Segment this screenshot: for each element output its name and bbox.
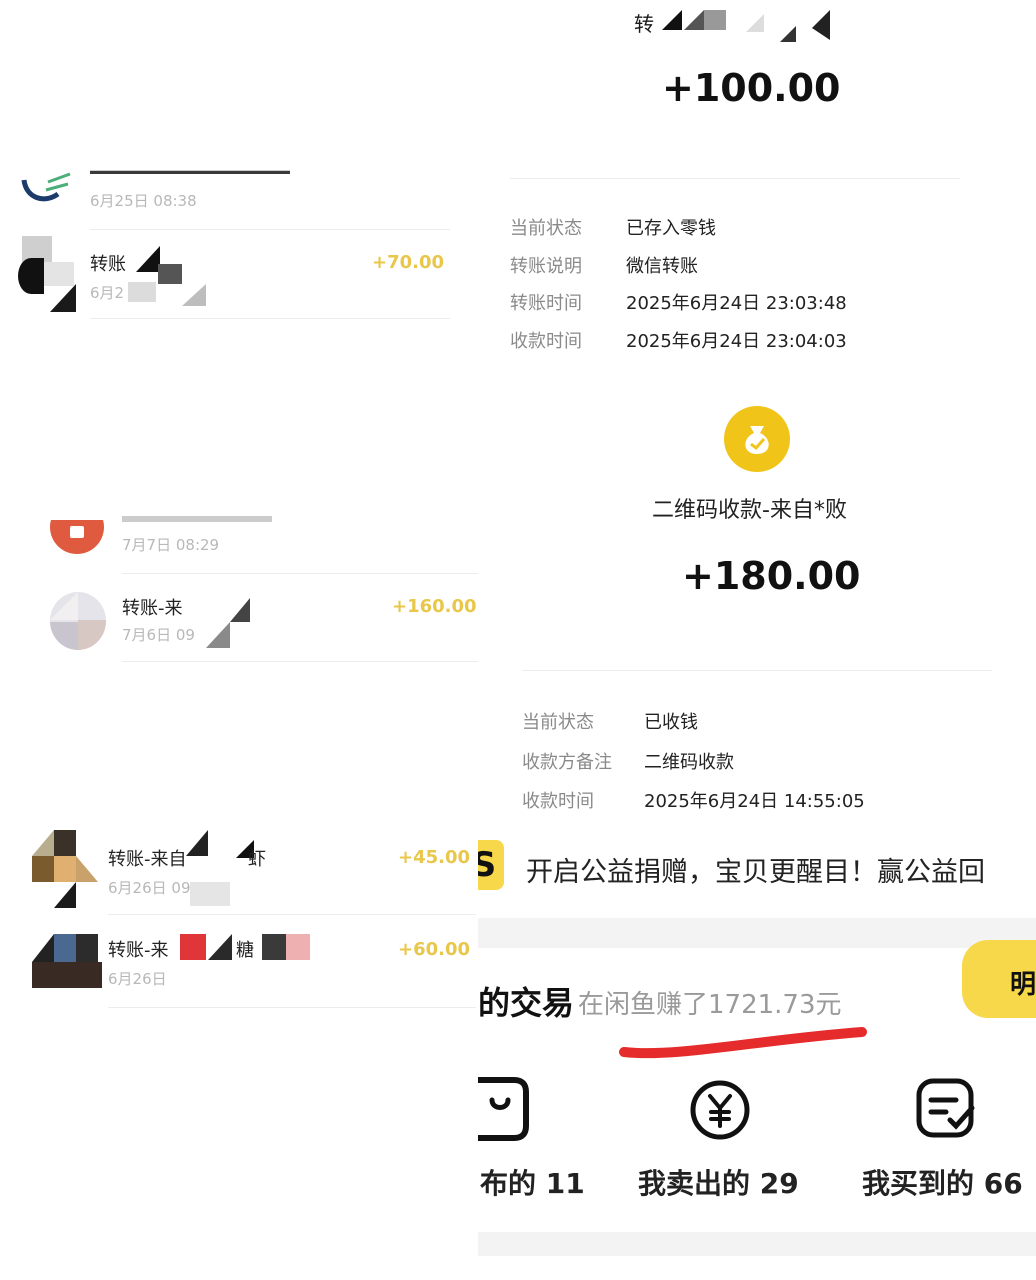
detail-label: 收款时间 xyxy=(510,331,582,352)
row-title: 转账-来 xyxy=(108,940,169,961)
trade-section-title: 的交易 xyxy=(478,984,575,1022)
qr-payment-amount: +180.00 xyxy=(682,554,861,598)
row-title-tail: 糖 xyxy=(236,940,254,961)
avatar xyxy=(32,830,98,908)
check-note-icon[interactable] xyxy=(914,1076,980,1146)
row-date: 6月26日 xyxy=(108,970,167,988)
row-title: 转账 xyxy=(90,254,126,275)
avatar xyxy=(18,236,80,312)
detail-label: 收款时间 xyxy=(522,791,594,812)
avatar xyxy=(32,934,102,990)
row-date: 7月6日 09 xyxy=(122,626,195,644)
earnings-text: 在闲鱼赚了1721.73元 xyxy=(578,990,842,1020)
redaction-mosaic xyxy=(128,246,208,306)
divider xyxy=(122,661,478,662)
detail-value: 2025年6月24日 23:03:48 xyxy=(626,293,847,314)
avatar xyxy=(50,592,106,650)
row-title-tail: 虾 xyxy=(248,849,266,870)
money-bag-icon xyxy=(724,406,790,472)
divider xyxy=(90,318,450,319)
transfer-amount: +100.00 xyxy=(662,66,841,110)
stat-published[interactable]: 布的 11 xyxy=(480,1162,585,1202)
redaction-mosaic xyxy=(656,6,836,42)
redaction-mosaic xyxy=(206,598,252,650)
row-date: 6月2 xyxy=(90,284,125,302)
qr-payment-title: 二维码收款-来自*败 xyxy=(652,498,847,523)
row-amount: +160.00 xyxy=(392,596,477,617)
transfer-header: 转 xyxy=(634,12,654,36)
divider xyxy=(108,914,476,915)
detail-value: 已收钱 xyxy=(644,712,698,733)
avatar xyxy=(50,520,104,554)
detail-label: 收款方备注 xyxy=(522,752,612,773)
panel-separator xyxy=(478,918,1036,948)
detail-value: 二维码收款 xyxy=(644,752,734,773)
divider xyxy=(122,573,478,574)
yen-circle-icon[interactable] xyxy=(688,1078,752,1146)
divider xyxy=(522,670,992,671)
detail-label: 转账时间 xyxy=(510,293,582,314)
divider xyxy=(108,1007,476,1008)
side-tab[interactable]: 明 xyxy=(962,940,1036,1018)
row-amount: +70.00 xyxy=(372,252,445,273)
row-date: 6月25日 08:38 xyxy=(90,192,197,210)
detail-value: 微信转账 xyxy=(626,256,698,277)
row-date: 7月7日 08:29 xyxy=(122,536,220,554)
cut-title xyxy=(122,516,272,522)
redaction-mosaic xyxy=(186,830,254,908)
divider xyxy=(90,229,450,230)
row-date: 6月26日 09 xyxy=(108,879,191,897)
stat-sold[interactable]: 我卖出的 29 xyxy=(638,1162,799,1202)
row-amount: +60.00 xyxy=(398,939,471,960)
detail-value: 2025年6月24日 23:04:03 xyxy=(626,331,847,352)
detail-value: 2025年6月24日 14:55:05 xyxy=(644,791,865,812)
row-amount: +45.00 xyxy=(398,847,471,868)
avatar xyxy=(18,160,76,210)
panel-separator xyxy=(478,1232,1036,1256)
row-title: 转账-来 xyxy=(122,598,183,619)
bag-icon[interactable] xyxy=(468,1076,530,1146)
charity-banner-text[interactable]: 开启公益捐赠，宝贝更醒目！赢公益回 xyxy=(526,850,985,889)
detail-label: 当前状态 xyxy=(522,712,594,733)
row-title: 转账-来自 xyxy=(108,849,187,870)
divider xyxy=(510,178,960,179)
detail-label: 转账说明 xyxy=(510,256,582,277)
detail-value: 已存入零钱 xyxy=(626,218,716,239)
detail-label: 当前状态 xyxy=(510,218,582,239)
cut-title xyxy=(90,170,290,174)
stat-bought[interactable]: 我买到的 66 xyxy=(862,1162,1023,1202)
red-underline-mark xyxy=(619,1027,867,1059)
charity-logo-icon: S xyxy=(478,840,504,890)
